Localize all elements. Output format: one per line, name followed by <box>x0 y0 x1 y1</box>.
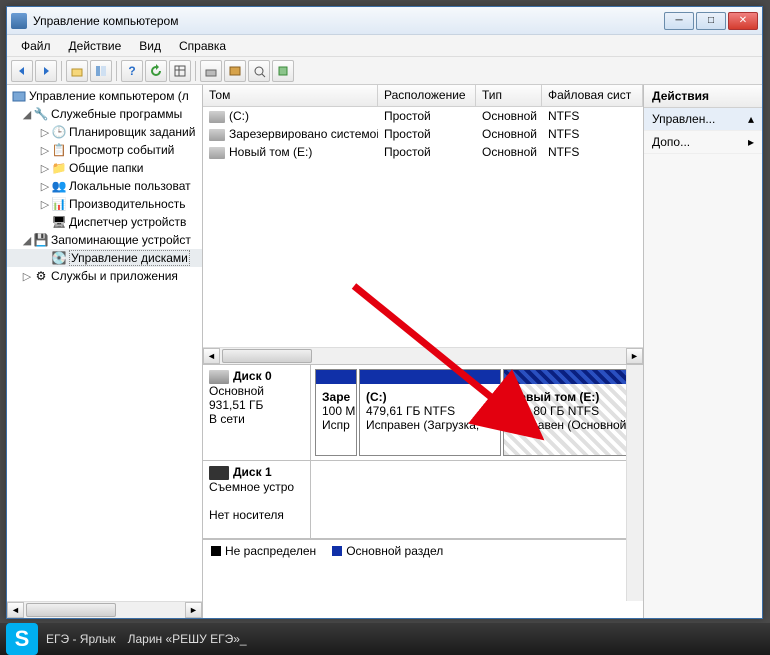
help-button[interactable]: ? <box>121 60 143 82</box>
disk-icon <box>209 370 229 384</box>
maximize-button[interactable]: □ <box>696 12 726 30</box>
chevron-right-icon: ▸ <box>748 135 754 149</box>
drive-icon <box>209 147 225 159</box>
tree-shared[interactable]: ▷📁Общие папки <box>7 159 202 177</box>
actions-pane: Действия Управлен...▴ Допо...▸ <box>644 85 762 618</box>
settings-button[interactable] <box>169 60 191 82</box>
tree-diskmgmt[interactable]: 💽Управление дисками <box>7 249 202 267</box>
partition-c[interactable]: (C:)479,61 ГБ NTFSИсправен (Загрузка, <box>359 369 501 456</box>
titlebar[interactable]: Управление компьютером ─ □ ✕ <box>7 7 762 35</box>
tree-svc[interactable]: ◢🔧Служебные программы <box>7 105 202 123</box>
menu-action[interactable]: Действие <box>61 37 130 55</box>
taskbar[interactable]: S ЕГЭ - Ярлык Ларин «РЕШУ ЕГЭ»_ <box>0 623 770 655</box>
tree-pane: Управление компьютером (л ◢🔧Служебные пр… <box>7 85 203 618</box>
tree-storage[interactable]: ◢💾Запоминающие устройст <box>7 231 202 249</box>
drive-icon <box>209 111 225 123</box>
volume-header: Том Расположение Тип Файловая сист <box>203 85 643 107</box>
disk-tool2-button[interactable] <box>224 60 246 82</box>
volume-row[interactable]: Новый том (E:)ПростойОсновнойNTFS <box>203 143 643 161</box>
disk1-info[interactable]: Диск 1 Съемное устро Нет носителя <box>203 461 311 538</box>
legend-unalloc-swatch <box>211 546 221 556</box>
col-volume[interactable]: Том <box>203 85 378 106</box>
taskbar-skype-icon[interactable]: S <box>6 623 38 655</box>
action-manage[interactable]: Управлен...▴ <box>644 108 762 131</box>
window-title: Управление компьютером <box>33 14 664 28</box>
forward-button[interactable] <box>35 60 57 82</box>
vol-hscroll[interactable]: ◄► <box>203 347 643 364</box>
col-layout[interactable]: Расположение <box>378 85 476 106</box>
disk0-info[interactable]: Диск 0 Основной 931,51 ГБ В сети <box>203 365 311 460</box>
app-icon <box>11 13 27 29</box>
partition-reserved[interactable]: Заре100 МИспр <box>315 369 357 456</box>
volume-row[interactable]: (C:)ПростойОсновнойNTFS <box>203 107 643 125</box>
tree-devmgr[interactable]: 🖥Диспетчер устройств <box>7 213 202 231</box>
tree-evt[interactable]: ▷📋Просмотр событий <box>7 141 202 159</box>
toolbar: ? <box>7 57 762 85</box>
legend: Не распределен Основной раздел <box>203 539 643 561</box>
tree-sched[interactable]: ▷🕒Планировщик заданий <box>7 123 202 141</box>
minimize-button[interactable]: ─ <box>664 12 694 30</box>
volume-list: Том Расположение Тип Файловая сист (C:)П… <box>203 85 643 365</box>
menu-file[interactable]: Файл <box>13 37 59 55</box>
window: Управление компьютером ─ □ ✕ Файл Действ… <box>6 6 763 619</box>
col-fs[interactable]: Файловая сист <box>542 85 643 106</box>
partition-e[interactable]: Новый том (E:)451,80 ГБ NTFSИсправен (Ос… <box>503 369 633 456</box>
up-button[interactable] <box>66 60 88 82</box>
disk0-row: Диск 0 Основной 931,51 ГБ В сети Заре100… <box>203 365 643 461</box>
taskbar-item[interactable]: ЕГЭ - Ярлык <box>42 626 120 652</box>
disk-icon <box>209 466 229 480</box>
content-pane: Том Расположение Тип Файловая сист (C:)П… <box>203 85 644 618</box>
refresh-button[interactable] <box>145 60 167 82</box>
disk1-row: Диск 1 Съемное устро Нет носителя <box>203 461 643 539</box>
disk-tool4-button[interactable] <box>272 60 294 82</box>
tree-hscroll[interactable]: ◄► <box>7 601 202 618</box>
action-more[interactable]: Допо...▸ <box>644 131 762 154</box>
show-hide-button[interactable] <box>90 60 112 82</box>
tree-root[interactable]: Управление компьютером (л <box>7 87 202 105</box>
drive-icon <box>209 129 225 141</box>
back-button[interactable] <box>11 60 33 82</box>
tree-perf[interactable]: ▷📊Производительность <box>7 195 202 213</box>
close-button[interactable]: ✕ <box>728 12 758 30</box>
taskbar-item[interactable]: Ларин «РЕШУ ЕГЭ»_ <box>124 626 251 652</box>
chevron-up-icon: ▴ <box>748 112 754 126</box>
col-type[interactable]: Тип <box>476 85 542 106</box>
disk-map: Диск 0 Основной 931,51 ГБ В сети Заре100… <box>203 365 643 618</box>
tree-services[interactable]: ▷⚙Службы и приложения <box>7 267 202 285</box>
menu-view[interactable]: Вид <box>131 37 169 55</box>
disk-tool1-button[interactable] <box>200 60 222 82</box>
legend-primary-swatch <box>332 546 342 556</box>
tree-users[interactable]: ▷👥Локальные пользоват <box>7 177 202 195</box>
menubar: Файл Действие Вид Справка <box>7 35 762 57</box>
menu-help[interactable]: Справка <box>171 37 234 55</box>
disk-tool3-button[interactable] <box>248 60 270 82</box>
actions-header: Действия <box>644 85 762 108</box>
disk-vscroll[interactable] <box>626 365 643 601</box>
volume-row[interactable]: Зарезервировано системойПростойОсновнойN… <box>203 125 643 143</box>
